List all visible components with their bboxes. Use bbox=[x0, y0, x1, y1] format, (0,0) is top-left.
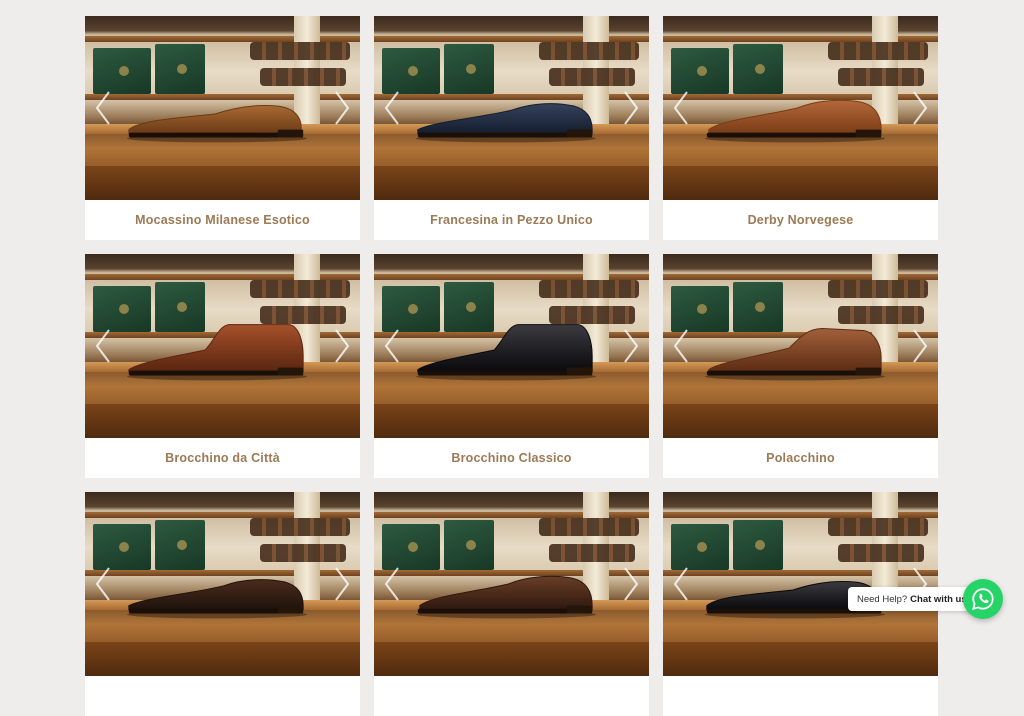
product-photo[interactable] bbox=[85, 16, 360, 200]
whatsapp-icon bbox=[972, 588, 994, 610]
chat-help-bubble[interactable]: Need Help? Chat with us bbox=[848, 587, 976, 611]
shoe-rack bbox=[250, 518, 350, 536]
product-name[interactable]: Brocchino da Città bbox=[85, 438, 360, 478]
carousel-prev-icon[interactable] bbox=[382, 566, 402, 602]
carousel-next-icon[interactable] bbox=[910, 328, 930, 364]
product-photo[interactable] bbox=[663, 492, 938, 676]
shoe-rack bbox=[828, 42, 928, 60]
product-card[interactable]: Derby Norvegese bbox=[663, 16, 938, 240]
product-name[interactable] bbox=[85, 676, 360, 716]
product-name[interactable]: Francesina in Pezzo Unico bbox=[374, 200, 649, 240]
shoe-rack bbox=[250, 280, 350, 298]
shoe-image bbox=[704, 99, 886, 143]
shoe-rack bbox=[539, 42, 639, 60]
carousel-prev-icon[interactable] bbox=[671, 566, 691, 602]
help-text: Need Help? bbox=[857, 593, 908, 605]
shoe-image bbox=[704, 328, 886, 381]
shoe-image bbox=[415, 103, 597, 143]
carousel-prev-icon[interactable] bbox=[93, 566, 113, 602]
product-name[interactable] bbox=[663, 676, 938, 716]
product-name[interactable]: Mocassino Milanese Esotico bbox=[85, 200, 360, 240]
product-card[interactable] bbox=[374, 492, 649, 716]
product-name[interactable]: Polacchino bbox=[663, 438, 938, 478]
table-edge bbox=[663, 404, 938, 438]
whatsapp-chat-button[interactable] bbox=[963, 579, 1003, 619]
product-card[interactable] bbox=[85, 492, 360, 716]
table-edge bbox=[663, 166, 938, 200]
shoe-rack bbox=[250, 42, 350, 60]
product-photo[interactable] bbox=[374, 492, 649, 676]
shoe-image bbox=[126, 579, 308, 619]
chat-cta-text: Chat with us bbox=[910, 593, 967, 605]
carousel-prev-icon[interactable] bbox=[671, 90, 691, 126]
table-edge bbox=[374, 642, 649, 676]
product-photo[interactable] bbox=[663, 254, 938, 438]
product-photo[interactable] bbox=[374, 254, 649, 438]
table-edge bbox=[374, 166, 649, 200]
product-card[interactable]: Brocchino Classico bbox=[374, 254, 649, 478]
carousel-next-icon[interactable] bbox=[621, 328, 641, 364]
shoe-image bbox=[415, 575, 597, 619]
shoe-image bbox=[126, 324, 308, 381]
product-card[interactable]: Mocassino Milanese Esotico bbox=[85, 16, 360, 240]
table-edge bbox=[85, 642, 360, 676]
product-name[interactable]: Derby Norvegese bbox=[663, 200, 938, 240]
table-edge bbox=[374, 404, 649, 438]
product-photo[interactable] bbox=[374, 16, 649, 200]
table-edge bbox=[85, 166, 360, 200]
table-edge bbox=[663, 642, 938, 676]
carousel-prev-icon[interactable] bbox=[382, 328, 402, 364]
carousel-prev-icon[interactable] bbox=[93, 328, 113, 364]
carousel-next-icon[interactable] bbox=[332, 566, 352, 602]
shoe-rack bbox=[828, 518, 928, 536]
carousel-next-icon[interactable] bbox=[910, 90, 930, 126]
shoe-image bbox=[126, 104, 308, 143]
shoe-rack bbox=[539, 518, 639, 536]
carousel-next-icon[interactable] bbox=[621, 566, 641, 602]
shoe-rack bbox=[539, 280, 639, 298]
product-grid: Mocassino Milanese Esotico Francesina in… bbox=[85, 16, 939, 716]
product-card[interactable]: Francesina in Pezzo Unico bbox=[374, 16, 649, 240]
product-photo[interactable] bbox=[85, 254, 360, 438]
product-photo[interactable] bbox=[663, 16, 938, 200]
carousel-prev-icon[interactable] bbox=[671, 328, 691, 364]
product-name[interactable]: Brocchino Classico bbox=[374, 438, 649, 478]
table-edge bbox=[85, 404, 360, 438]
carousel-next-icon[interactable] bbox=[332, 328, 352, 364]
carousel-next-icon[interactable] bbox=[332, 90, 352, 126]
carousel-prev-icon[interactable] bbox=[93, 90, 113, 126]
product-card[interactable]: Polacchino bbox=[663, 254, 938, 478]
product-card[interactable]: Brocchino da Città bbox=[85, 254, 360, 478]
carousel-next-icon[interactable] bbox=[621, 90, 641, 126]
shoe-image bbox=[415, 324, 597, 381]
product-photo[interactable] bbox=[85, 492, 360, 676]
product-name[interactable] bbox=[374, 676, 649, 716]
shoe-rack bbox=[828, 280, 928, 298]
carousel-prev-icon[interactable] bbox=[382, 90, 402, 126]
